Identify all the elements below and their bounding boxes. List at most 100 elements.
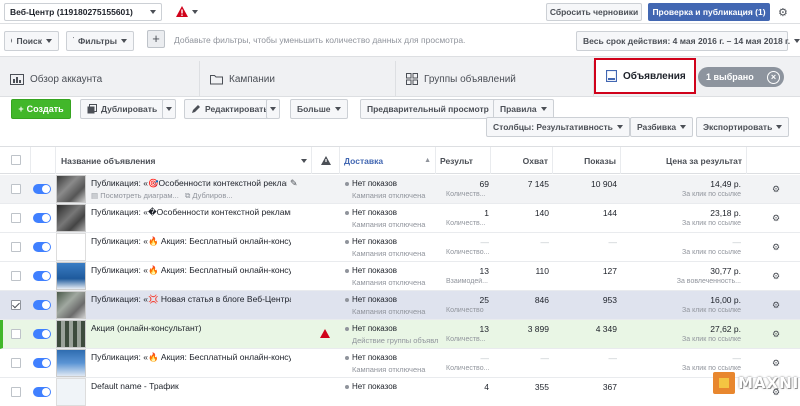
row-checkbox[interactable] (11, 271, 21, 281)
delivery-column-header[interactable]: Доставка ▲ (340, 147, 436, 174)
duplicate-link[interactable]: Дублиров... (192, 191, 232, 200)
ad-name[interactable]: Публикация: «�Особенности контекстной ре… (91, 207, 291, 218)
chevron-down-icon (166, 107, 172, 111)
select-all-checkbox[interactable] (11, 155, 21, 165)
status-dot-icon (345, 268, 349, 273)
tab-adsets[interactable]: Группы объявлений (396, 61, 594, 97)
ad-name[interactable]: Публикация: «🎯Особенности контекстной ре… (91, 178, 287, 189)
gear-icon[interactable]: ⚙ (772, 271, 780, 282)
delivery-status: Нет показов (345, 179, 397, 188)
cost-type: За клик по ссылке (682, 307, 741, 314)
gear-icon[interactable]: ⚙ (772, 358, 780, 369)
delivery-substatus: Кампания отключена (352, 365, 426, 374)
row-checkbox[interactable] (11, 184, 21, 194)
table-row[interactable]: Default name - Трафик Нет показов 4 355 … (0, 378, 800, 406)
gear-icon[interactable]: ⚙ (772, 213, 780, 224)
ad-name[interactable]: Акция (онлайн-консультант) (91, 323, 291, 333)
cost-type: За вовлеченность... (676, 278, 741, 285)
tab-label: Группы объявлений (424, 73, 516, 85)
reach-column-header[interactable]: Охват (491, 147, 553, 174)
gear-icon[interactable]: ⚙ (772, 242, 780, 253)
chevron-down-icon (540, 107, 547, 111)
row-checkbox[interactable] (11, 329, 21, 339)
ad-toggle[interactable] (33, 242, 51, 252)
cost-value: — (732, 237, 742, 247)
chevron-down-icon (776, 125, 783, 129)
ad-name[interactable]: Публикация: «💢 Новая статья в блоге Веб-… (91, 294, 291, 305)
delivery-substatus: Действие группы объявл... (352, 336, 438, 345)
table-row[interactable]: Публикация: «🎯Особенности контекстной ре… (0, 175, 800, 204)
export-button[interactable]: Экспортировать (696, 117, 790, 137)
name-column-header[interactable]: Название объявления (56, 147, 312, 174)
ad-name[interactable]: Публикация: «🔥 Акция: Бесплатный онлайн-… (91, 265, 291, 276)
ad-name[interactable]: Публикация: «🔥 Акция: Бесплатный онлайн-… (91, 236, 291, 247)
view-charts-link[interactable]: Посмотреть диаграм... (100, 191, 179, 200)
top-bar: Веб-Центр (119180275155601) Сбросить чер… (0, 0, 800, 24)
impressions-column-header[interactable]: Показы (553, 147, 621, 174)
table-row[interactable]: Публикация: «�Особенности контекстной ре… (0, 204, 800, 233)
create-button[interactable]: + Создать (11, 99, 71, 119)
duplicate-button[interactable]: Дублировать (80, 99, 165, 119)
table-row[interactable]: Публикация: «💢 Новая статья в блоге Веб-… (0, 291, 800, 320)
watermark-logo: MAXNI (713, 372, 799, 394)
results-column-header[interactable]: Результ (436, 147, 491, 174)
close-icon[interactable]: × (767, 70, 780, 84)
ad-toggle[interactable] (33, 387, 51, 397)
cost-column-header[interactable]: Цена за результат (621, 147, 747, 174)
account-selector[interactable]: Веб-Центр (119180275155601) (4, 3, 162, 21)
breakdown-button[interactable]: Разбивка (630, 117, 694, 137)
ad-name[interactable]: Default name - Трафик (91, 381, 291, 391)
delivery-status: Нет показов (345, 237, 397, 246)
gear-icon[interactable]: ⚙ (772, 184, 780, 195)
row-checkbox[interactable] (11, 213, 21, 223)
select-all-cell (0, 147, 31, 174)
delivery-status: Нет показов (345, 382, 397, 391)
account-warning-button[interactable] (176, 6, 198, 17)
ad-toggle[interactable] (33, 329, 51, 339)
rules-button[interactable]: Правила (493, 99, 554, 119)
duplicate-menu-button[interactable] (162, 99, 176, 119)
ad-toggle[interactable] (33, 184, 51, 194)
table-row[interactable]: Публикация: «🔥 Акция: Бесплатный онлайн-… (0, 349, 800, 378)
ad-name[interactable]: Публикация: «🔥 Акция: Бесплатный онлайн-… (91, 352, 291, 363)
ad-toggle[interactable] (33, 358, 51, 368)
tab-ads[interactable]: Объявления (594, 58, 696, 94)
table-row[interactable]: Акция (онлайн-консультант) Нет показов Д… (0, 320, 800, 349)
gear-icon[interactable]: ⚙ (778, 6, 788, 19)
more-button[interactable]: Больше (290, 99, 348, 119)
row-checkbox[interactable] (11, 358, 21, 368)
impressions-value: 127 (602, 266, 617, 276)
status-dot-icon (345, 297, 349, 302)
tab-account-overview[interactable]: Обзор аккаунта (0, 61, 200, 97)
delivery-status: Нет показов (345, 208, 397, 217)
edit-menu-button[interactable] (266, 99, 280, 119)
date-range-picker[interactable]: Весь срок действия: 4 мая 2016 г. – 14 м… (576, 31, 800, 51)
tab-campaigns[interactable]: Кампании (200, 61, 396, 97)
export-label: Экспортировать (703, 122, 773, 132)
gear-icon[interactable]: ⚙ (772, 329, 780, 340)
preview-button[interactable]: Предварительный просмотр (360, 99, 496, 119)
grid-icon (406, 73, 418, 85)
ad-toggle[interactable] (33, 271, 51, 281)
results-column-label: Результ (440, 155, 473, 166)
ad-toggle[interactable] (33, 300, 51, 310)
row-checkbox[interactable] (11, 300, 21, 310)
filters-button[interactable]: Фильтры (66, 31, 134, 51)
reset-drafts-button[interactable]: Сбросить черновики (546, 3, 642, 21)
row-checkbox[interactable] (11, 387, 21, 397)
row-checkbox[interactable] (11, 242, 21, 252)
chevron-down-icon (794, 39, 800, 43)
search-button[interactable]: Поиск (4, 31, 59, 51)
pencil-icon[interactable]: ✎ (290, 178, 298, 189)
ad-toggle[interactable] (33, 213, 51, 223)
columns-button[interactable]: Столбцы: Результативность (486, 117, 630, 137)
reach-value: 110 (535, 266, 549, 276)
table-row[interactable]: Публикация: «🔥 Акция: Бесплатный онлайн-… (0, 233, 800, 262)
edit-button[interactable]: Редактировать (184, 99, 276, 119)
selection-pill[interactable]: 1 выбрано × (698, 67, 784, 87)
review-publish-button[interactable]: Проверка и публикация (1) (648, 3, 770, 21)
gear-icon[interactable]: ⚙ (772, 300, 780, 311)
warning-icon[interactable] (320, 329, 330, 338)
add-filter-button[interactable]: + (147, 30, 165, 48)
table-row[interactable]: Публикация: «🔥 Акция: Бесплатный онлайн-… (0, 262, 800, 291)
